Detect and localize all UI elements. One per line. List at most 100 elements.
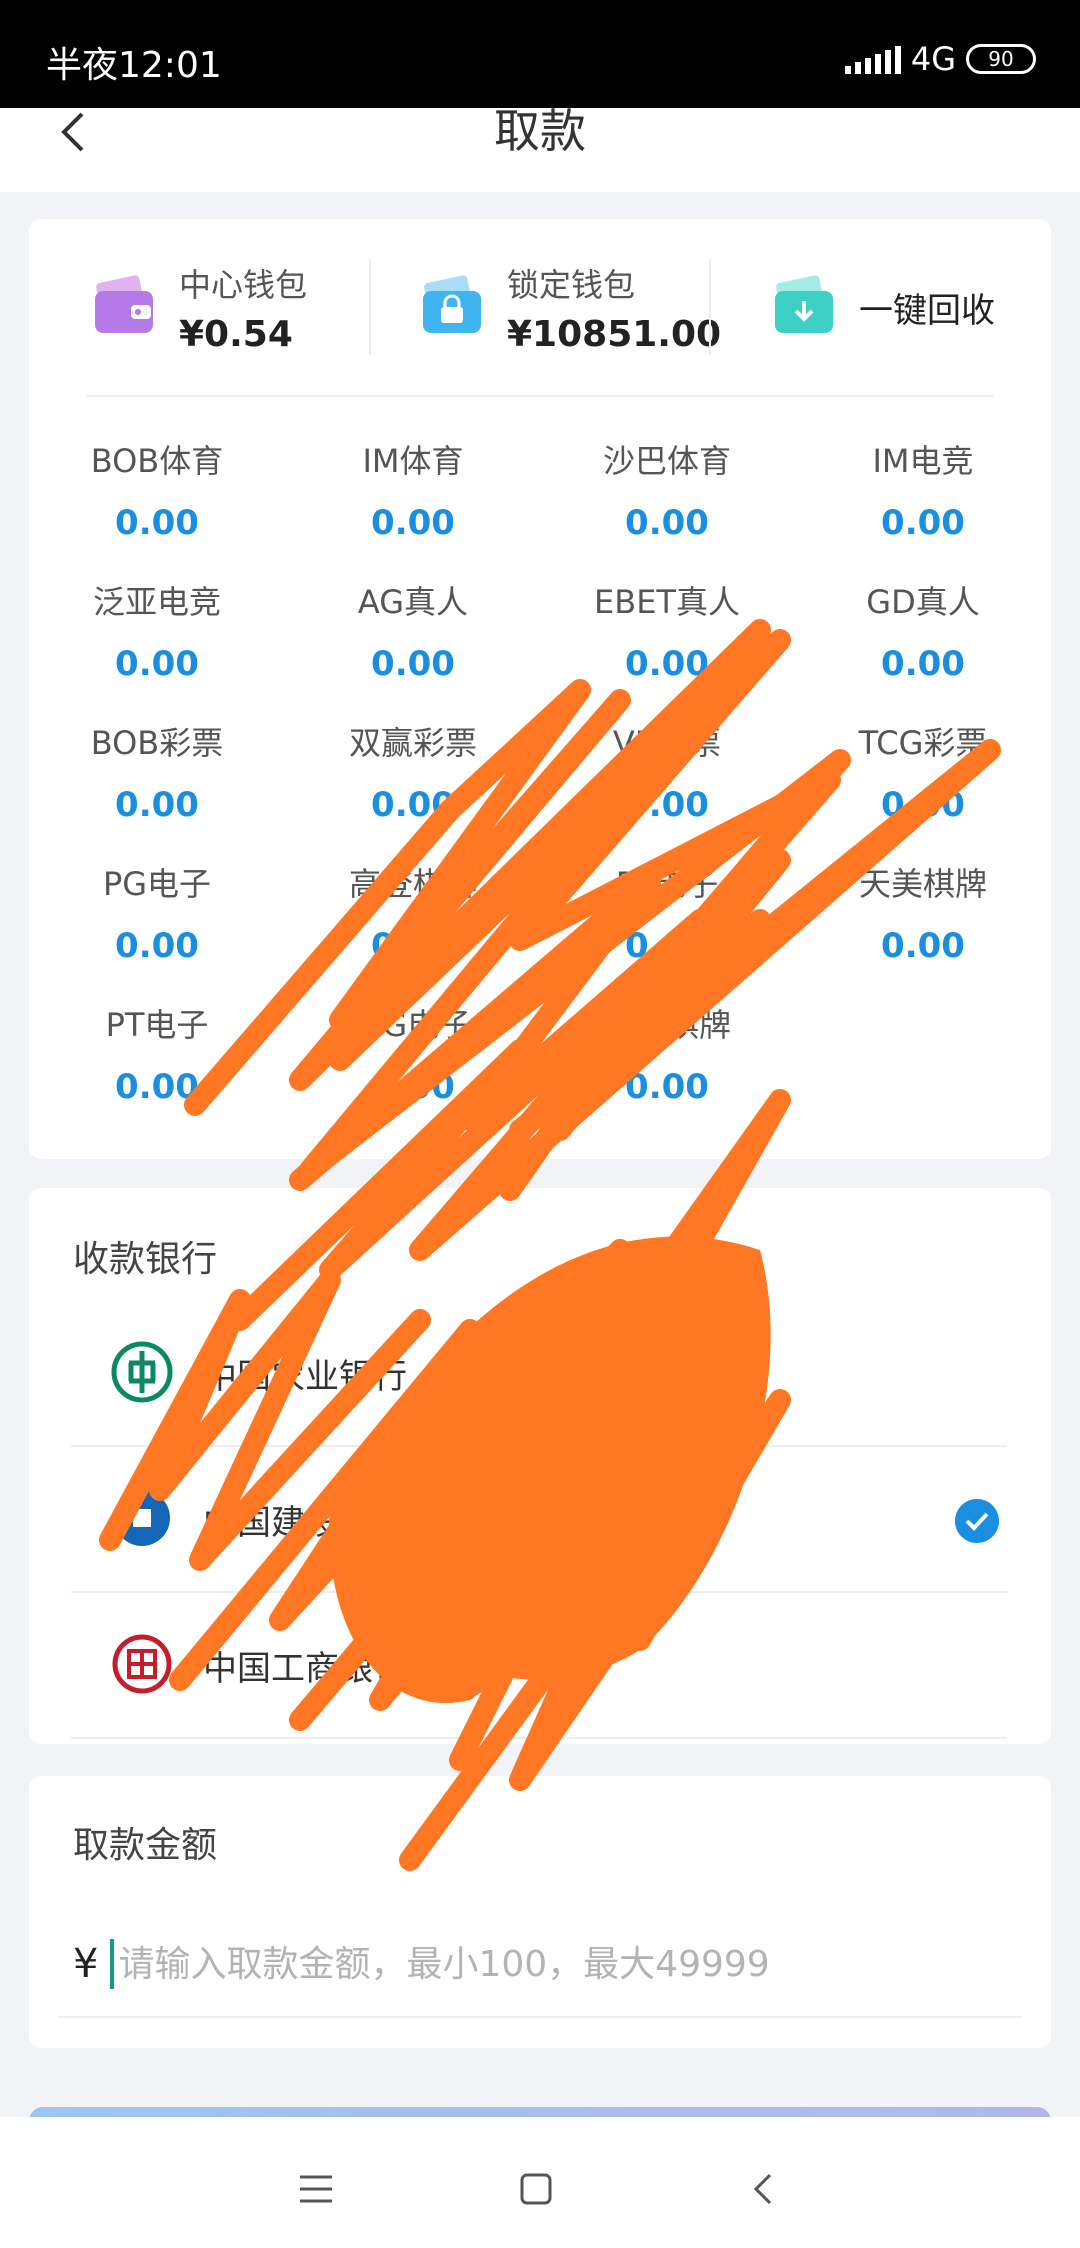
platform-balance: 0.00 (371, 503, 455, 543)
status-indicators: 4G 90 (844, 40, 1036, 78)
platform-name: 高登棋牌 (348, 865, 477, 903)
wallet-label: 锁定钱包 (507, 265, 636, 304)
platform-item: 泛亚电竞 0.00 (29, 580, 285, 686)
platform-name: MG电子 (354, 1006, 472, 1044)
bank-name: 中国建设银行 (203, 1503, 407, 1543)
divider (709, 259, 711, 355)
platform-balance: 0.00 (625, 503, 709, 543)
platform-balance: 0.00 (625, 926, 709, 966)
one-click-recycle-button[interactable]: 一键回收 (771, 257, 995, 357)
divider (59, 2016, 1021, 2018)
bank-name: 中国农业银行 (203, 1357, 407, 1397)
locked-wallet: 锁定钱包 ¥10851.00 (419, 257, 721, 357)
platform-name: 天美棋牌 (858, 865, 987, 903)
platform-item: TCG彩票 0.00 (795, 721, 1051, 827)
platform-item: MG电子 0.00 (285, 1003, 541, 1109)
platform-balance: 0.00 (881, 785, 965, 825)
platform-name: BOB彩票 (90, 724, 224, 762)
platform-balance: 0.00 (625, 644, 709, 684)
center-wallet: 中心钱包 ¥0.54 (91, 257, 307, 357)
amount-card: 取款金额 ¥ (29, 1776, 1051, 2048)
wallet-label: 中心钱包 (179, 265, 308, 304)
system-nav-bar (0, 2117, 1080, 2248)
status-bar: 半夜12:01 4G 90 (0, 0, 1080, 108)
platform-balance: 0.00 (625, 785, 709, 825)
amount-input-row: ¥ (73, 1924, 1023, 2004)
nav-bar: 取款 (0, 108, 1080, 192)
ccb-bank-icon (114, 1490, 170, 1546)
checkmark-icon (955, 1499, 999, 1543)
platform-item: PG电子 0.00 (29, 862, 285, 968)
platform-item: 双赢彩票 0.00 (285, 721, 541, 827)
text-cursor (110, 1939, 115, 1989)
platform-balance: 0.00 (881, 644, 965, 684)
platform-name: IM电竞 (872, 442, 974, 480)
platform-item: AG真人 0.00 (285, 580, 541, 686)
platform-name: 沙巴体育 (602, 442, 731, 480)
platform-item: IM电竞 0.00 (795, 439, 1051, 545)
platform-name: PT电子 (105, 1006, 209, 1044)
platform-item: PP电子 0.00 (539, 862, 795, 968)
divider (71, 1737, 1007, 1739)
platform-balance: 0.00 (115, 1067, 199, 1107)
platform-name: 泛亚电竞 (92, 583, 221, 621)
bank-option-selected[interactable]: 中国建设银行 (71, 1447, 1007, 1593)
wallet-value: ¥0.54 (179, 313, 293, 355)
bank-option[interactable]: 中国农业银行 (71, 1301, 1007, 1447)
download-icon (775, 275, 833, 333)
network-type: 4G (910, 40, 956, 78)
platform-item: 高登棋牌 0.00 (285, 862, 541, 968)
home-icon[interactable] (514, 2167, 558, 2211)
platform-item: BOB体育 0.00 (29, 439, 285, 545)
platform-item: PT电子 0.00 (29, 1003, 285, 1109)
platform-balance: 0.00 (371, 926, 455, 966)
platform-balance: 0.00 (115, 785, 199, 825)
signal-icon (844, 44, 901, 74)
platform-name: EBET真人 (594, 583, 740, 621)
platform-name: VR彩票 (612, 724, 722, 762)
platform-name: TCG彩票 (858, 724, 988, 762)
wallet-card: 中心钱包 ¥0.54 锁定钱包 ¥10851.00 一键回收 BOB体育 0.0… (29, 219, 1051, 1159)
bank-card: 收款银行 中国农业银行 中国建设银行 中国工商银行( ) (29, 1188, 1051, 1744)
wallet-value: ¥10851.00 (507, 313, 722, 355)
recycle-label: 一键回收 (859, 290, 995, 331)
platform-balance: 0.00 (115, 644, 199, 684)
menu-icon[interactable] (294, 2167, 338, 2211)
platform-item: VR彩票 0.00 (539, 721, 795, 827)
platform-balance: 0.00 (115, 503, 199, 543)
back-icon[interactable] (742, 2167, 786, 2211)
battery-level: 90 (988, 47, 1014, 71)
status-time: 半夜12:01 (46, 45, 222, 86)
wallet-icon (95, 275, 153, 333)
divider (369, 259, 371, 355)
platform-balance: 0.00 (115, 926, 199, 966)
platform-item: 开元棋牌 0.00 (539, 1003, 795, 1109)
platform-balance: 0.00 (881, 926, 965, 966)
abc-bank-icon (111, 1341, 173, 1403)
platform-balance: 0.00 (371, 785, 455, 825)
platform-name: 双赢彩票 (348, 724, 477, 762)
icbc-bank-icon (112, 1634, 172, 1694)
bank-option[interactable]: 中国工商银行( ) (71, 1593, 1007, 1739)
divider (87, 395, 993, 397)
currency-symbol: ¥ (73, 1941, 99, 1987)
section-title: 取款金额 (73, 1825, 218, 1866)
bank-name: 中国工商银行( ) (203, 1649, 445, 1689)
platform-item: 沙巴体育 0.00 (539, 439, 795, 545)
lock-icon (423, 275, 481, 333)
amount-input[interactable] (118, 1943, 999, 1985)
page-title: 取款 (494, 104, 586, 158)
platform-item: 天美棋牌 0.00 (795, 862, 1051, 968)
platform-name: PP电子 (615, 865, 719, 903)
section-title: 收款银行 (73, 1239, 218, 1280)
platform-name: 开元棋牌 (602, 1006, 731, 1044)
platform-balance: 0.00 (371, 644, 455, 684)
platform-item: GD真人 0.00 (795, 580, 1051, 686)
wallet-row: 中心钱包 ¥0.54 锁定钱包 ¥10851.00 一键回收 (29, 219, 1051, 395)
platform-name: PG电子 (102, 865, 212, 903)
battery-icon: 90 (966, 44, 1036, 74)
platform-item: EBET真人 0.00 (539, 580, 795, 686)
platform-name: GD真人 (866, 583, 980, 621)
platform-item: BOB彩票 0.00 (29, 721, 285, 827)
platform-balance: 0.00 (371, 1067, 455, 1107)
